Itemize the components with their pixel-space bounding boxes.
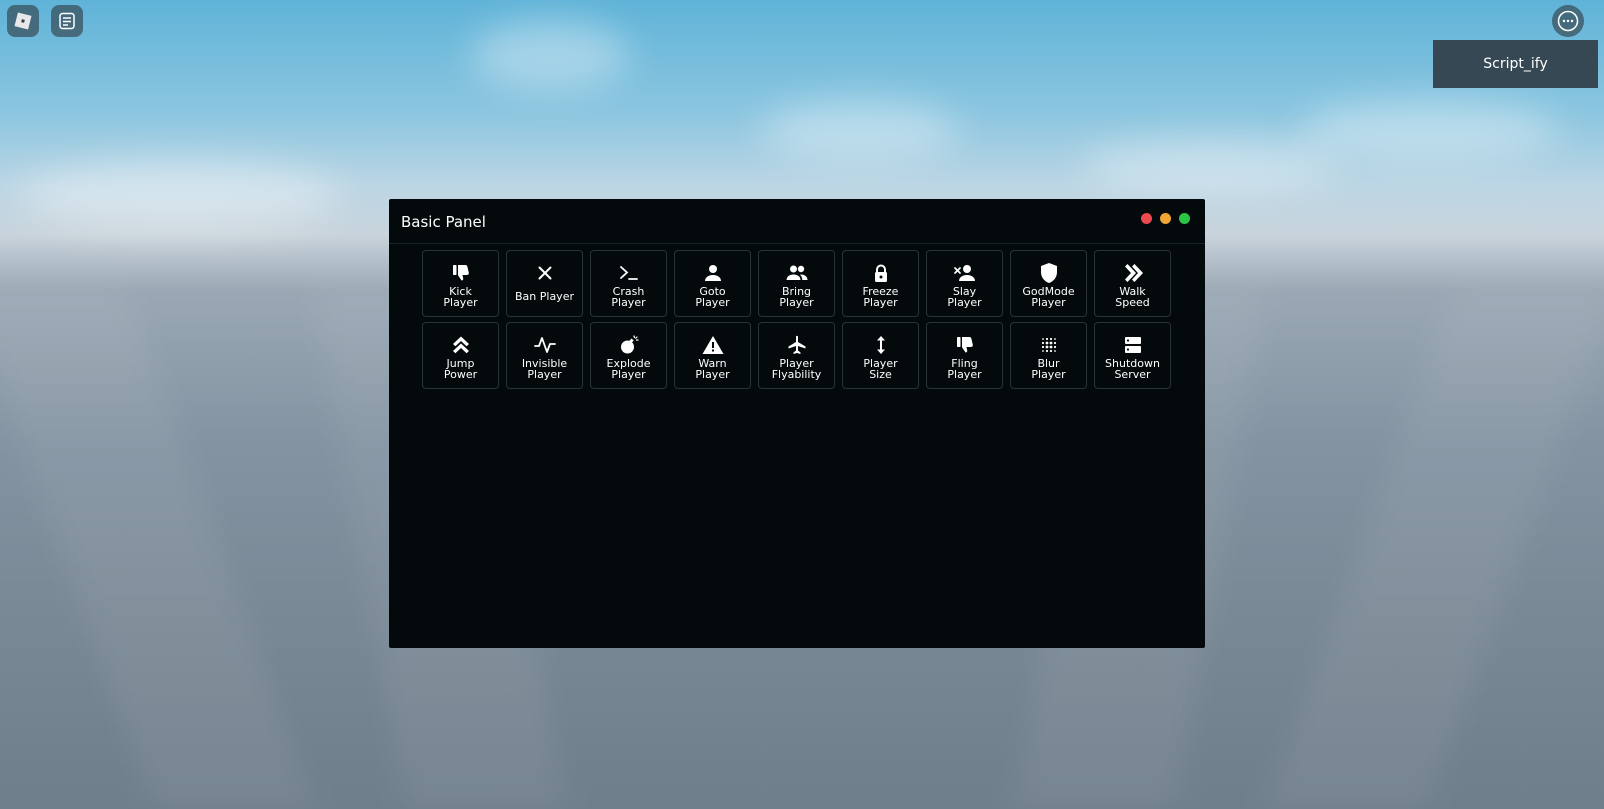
cloud	[1080, 140, 1340, 190]
lock-icon	[870, 262, 892, 284]
fling-player-button[interactable]: Fling Player	[926, 322, 1003, 389]
pulse-icon	[533, 334, 556, 356]
people-icon	[786, 262, 808, 284]
button-label: Freeze Player	[862, 285, 899, 309]
button-label: Shutdown Server	[1105, 357, 1160, 381]
warn-player-button[interactable]: Warn Player	[674, 322, 751, 389]
server-icon	[1122, 334, 1144, 356]
action-grid: Kick Player Ban Player Crash Player Goto…	[422, 250, 1171, 389]
ban-player-button[interactable]: Ban Player	[506, 250, 583, 317]
button-label: Kick Player	[443, 285, 478, 309]
close-icon	[534, 262, 556, 284]
remove-person-icon	[953, 262, 976, 284]
crash-player-button[interactable]: Crash Player	[590, 250, 667, 317]
player-size-button[interactable]: Player Size	[842, 322, 919, 389]
button-label: Crash Player	[611, 285, 646, 309]
jump-power-button[interactable]: Jump Power	[422, 322, 499, 389]
double-chevron-right-icon	[1122, 262, 1144, 284]
button-label: Player Size	[863, 357, 898, 381]
airplane-icon	[786, 334, 808, 356]
blur-player-button[interactable]: Blur Player	[1010, 322, 1087, 389]
cloud	[760, 100, 960, 160]
cloud	[1300, 100, 1560, 160]
button-label: Slay Player	[947, 285, 982, 309]
kick-player-button[interactable]: Kick Player	[422, 250, 499, 317]
basic-panel-window: Basic Panel Kick Player Ban Player Crash…	[389, 199, 1205, 648]
button-label: Walk Speed	[1115, 285, 1150, 309]
roblox-logo-icon	[13, 11, 33, 31]
ground-stripe	[0, 289, 315, 809]
shutdown-server-button[interactable]: Shutdown Server	[1094, 322, 1171, 389]
button-label: Goto Player	[695, 285, 730, 309]
cloud	[470, 20, 630, 90]
explode-player-button[interactable]: Explode Player	[590, 322, 667, 389]
freeze-player-button[interactable]: Freeze Player	[842, 250, 919, 317]
script-notification: Script_ify	[1433, 40, 1598, 88]
goto-player-button[interactable]: Goto Player	[674, 250, 751, 317]
thumbs-down-icon	[450, 262, 472, 284]
button-label: Fling Player	[947, 357, 982, 381]
warning-icon	[702, 334, 724, 356]
button-label: GodMode Player	[1022, 285, 1075, 309]
more-menu-button[interactable]	[1552, 5, 1584, 37]
button-label: Bring Player	[779, 285, 814, 309]
more-menu-icon	[1557, 10, 1579, 32]
person-icon	[702, 262, 724, 284]
chat-toggle-button[interactable]	[51, 5, 83, 37]
maximize-window-button[interactable]	[1179, 213, 1190, 224]
player-flyability-button[interactable]: Player Flyability	[758, 322, 835, 389]
game-viewport: Script_ify Basic Panel Kick Player Ban P…	[0, 0, 1604, 809]
button-label: Player Flyability	[771, 357, 822, 381]
chat-icon	[57, 11, 77, 31]
thumbs-down-icon	[954, 334, 976, 356]
panel-header[interactable]: Basic Panel	[389, 199, 1205, 244]
bomb-icon	[618, 334, 640, 356]
panel-title: Basic Panel	[401, 213, 486, 231]
button-label: Blur Player	[1031, 357, 1066, 381]
walk-speed-button[interactable]: Walk Speed	[1094, 250, 1171, 317]
button-label: Explode Player	[606, 357, 651, 381]
terminal-icon	[618, 262, 640, 284]
blur-grid-icon	[1038, 334, 1060, 356]
button-label: Jump Power	[443, 357, 478, 381]
button-label: Warn Player	[695, 357, 730, 381]
vertical-resize-icon	[870, 334, 892, 356]
close-window-button[interactable]	[1141, 213, 1152, 224]
button-label: Invisible Player	[521, 357, 568, 381]
button-label: Ban Player	[515, 290, 574, 303]
slay-player-button[interactable]: Slay Player	[926, 250, 1003, 317]
invisible-player-button[interactable]: Invisible Player	[506, 322, 583, 389]
bring-player-button[interactable]: Bring Player	[758, 250, 835, 317]
cloud	[20, 160, 340, 230]
double-chevron-up-icon	[450, 334, 472, 356]
shield-icon	[1038, 262, 1060, 284]
ground-stripe	[1265, 289, 1604, 809]
roblox-menu-button[interactable]	[7, 5, 39, 37]
notification-text: Script_ify	[1483, 56, 1548, 72]
godmode-player-button[interactable]: GodMode Player	[1010, 250, 1087, 317]
minimize-window-button[interactable]	[1160, 213, 1171, 224]
